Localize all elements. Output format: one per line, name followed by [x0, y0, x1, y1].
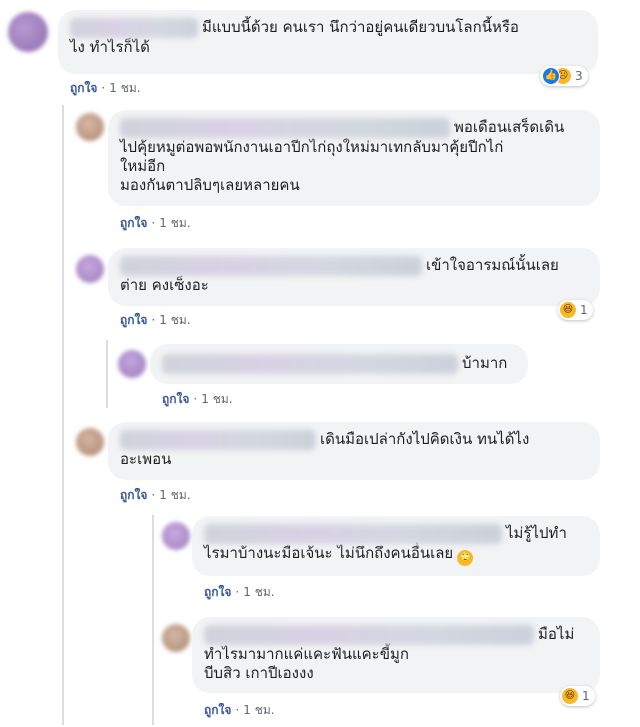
- avatar[interactable]: [76, 113, 104, 141]
- timestamp[interactable]: 1 ชม.: [159, 313, 190, 327]
- separator: ·: [235, 585, 240, 599]
- separator: ·: [193, 392, 198, 406]
- timestamp[interactable]: 1 ชม.: [159, 488, 190, 502]
- like-link[interactable]: ถูกใจ: [70, 81, 97, 95]
- comment-text: อะเพอน: [120, 450, 172, 468]
- separator: ·: [151, 216, 156, 230]
- comment-text-line1: บ้ามาก: [462, 354, 508, 372]
- comment-bubble: มีแบบนี้ด้วย คนเรา นึกว่าอยู่คนเดียวบนโล…: [58, 10, 598, 74]
- comment-bubble: เดินมือเปล่ากังไปคิดเงิน ทนได้ไง อะเพอน: [108, 422, 600, 480]
- comment-meta: ถูกใจ · 1 ชม.: [120, 311, 191, 330]
- like-link[interactable]: ถูกใจ: [204, 585, 231, 599]
- laughing-face-icon: 😆: [560, 302, 576, 318]
- timestamp[interactable]: 1 ชม.: [243, 703, 274, 717]
- thread-line-nested: [152, 515, 154, 725]
- timestamp[interactable]: 1 ชม.: [159, 216, 190, 230]
- like-link[interactable]: ถูกใจ: [120, 216, 147, 230]
- blurred-author-name[interactable]: [120, 118, 450, 138]
- comment-text-line1: มือไม่: [538, 625, 575, 643]
- reaction-summary[interactable]: 😆 1: [558, 300, 593, 320]
- comment-meta: ถูกใจ · 1 ชม.: [162, 390, 233, 409]
- avatar[interactable]: [118, 350, 146, 378]
- comment-bubble: พอเดือนเสร็ดเดิน ไปคุ้ยหมูต่อพอพนักงานเอ…: [108, 110, 600, 206]
- blurred-author-name[interactable]: [204, 625, 534, 645]
- comment-text-line1: ไม่รู้ไปทำ: [506, 524, 567, 542]
- avatar[interactable]: [76, 255, 104, 283]
- comment-text: ต่าย คงเซ็งอะ: [120, 276, 209, 294]
- comment-meta: ถูกใจ · 1 ชม.: [204, 583, 275, 602]
- comment-text-line1: เดินมือเปล่ากังไปคิดเงิน ทนได้ไง: [320, 430, 530, 448]
- timestamp[interactable]: 1 ชม.: [201, 392, 232, 406]
- like-link[interactable]: ถูกใจ: [204, 703, 231, 717]
- comment-text: ทำไรมามากแค่แคะฟันแคะขี้มูก บีบสิว เกาปี…: [204, 645, 409, 682]
- rolling-eyes-emoji-icon: 🙄: [457, 550, 474, 566]
- timestamp[interactable]: 1 ชม.: [109, 81, 140, 95]
- reaction-count: 1: [580, 303, 588, 317]
- comment-meta: ถูกใจ · 1 ชม.: [70, 79, 141, 98]
- reaction-count: 3: [575, 69, 583, 83]
- blurred-author-name[interactable]: [120, 256, 422, 276]
- comment-bubble: บ้ามาก: [150, 344, 528, 384]
- comment-bubble: เข้าใจอารมณ์นั้นเลย ต่าย คงเซ็งอะ: [108, 248, 600, 306]
- separator: ·: [101, 81, 106, 95]
- avatar[interactable]: [76, 428, 104, 456]
- reaction-summary[interactable]: 👍 ☹ 3: [540, 66, 588, 86]
- laughing-face-icon: 😆: [562, 688, 578, 704]
- timestamp[interactable]: 1 ชม.: [243, 585, 274, 599]
- separator: ·: [235, 703, 240, 717]
- separator: ·: [151, 313, 156, 327]
- comment-bubble: มือไม่ ทำไรมามากแค่แคะฟันแคะขี้มูก บีบสิ…: [192, 617, 600, 693]
- comment-meta: ถูกใจ · 1 ชม.: [120, 214, 191, 233]
- comment-text-line1: เข้าใจอารมณ์นั้นเลย: [426, 256, 559, 274]
- reaction-count: 1: [582, 689, 590, 703]
- comment-text: ไรมาบ้างนะมือเจ้นะ ไม่นึกถึงคนอื่นเลย: [204, 544, 454, 562]
- like-link[interactable]: ถูกใจ: [162, 392, 189, 406]
- thumbs-up-icon: 👍: [542, 67, 560, 85]
- avatar[interactable]: [162, 624, 190, 652]
- comment-meta: ถูกใจ · 1 ชม.: [204, 701, 275, 720]
- avatar[interactable]: [8, 12, 48, 52]
- reaction-summary[interactable]: 😆 1: [560, 686, 595, 706]
- avatar[interactable]: [162, 522, 190, 550]
- blurred-author-name[interactable]: [70, 18, 198, 38]
- like-link[interactable]: ถูกใจ: [120, 488, 147, 502]
- comment-bubble: ไม่รู้ไปทำ ไรมาบ้างนะมือเจ้นะ ไม่นึกถึงค…: [192, 516, 600, 576]
- blurred-author-name[interactable]: [162, 354, 458, 374]
- like-link[interactable]: ถูกใจ: [120, 313, 147, 327]
- comment-text: ไปคุ้ยหมูต่อพอพนักงานเอาปีกไก่ถุงใหม่มาเ…: [120, 138, 504, 194]
- separator: ·: [151, 488, 156, 502]
- thread-line-nested: [106, 340, 108, 408]
- comment-meta: ถูกใจ · 1 ชม.: [120, 486, 191, 505]
- blurred-author-name[interactable]: [120, 430, 316, 450]
- comment-text-line1: พอเดือนเสร็ดเดิน: [454, 118, 565, 136]
- thread-line: [62, 105, 64, 725]
- blurred-author-name[interactable]: [204, 524, 502, 544]
